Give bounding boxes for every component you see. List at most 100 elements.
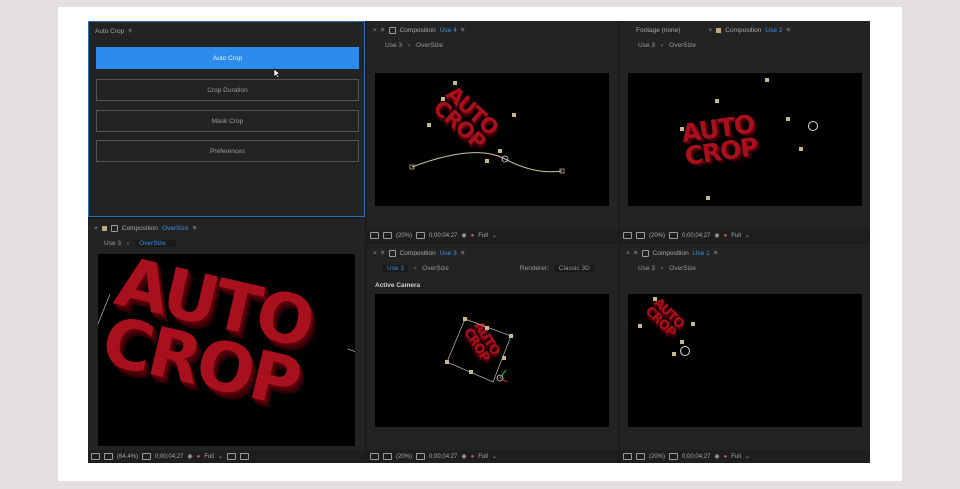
breadcrumb-item[interactable]: Use 3: [104, 240, 121, 247]
breadcrumb-item[interactable]: OverSize: [669, 265, 696, 272]
lock-icon[interactable]: [110, 224, 118, 232]
comp-name[interactable]: Use 1: [693, 250, 710, 257]
comp-viewer[interactable]: AUTO CROP: [375, 294, 609, 427]
close-icon[interactable]: ×: [373, 250, 377, 257]
region-icon[interactable]: [383, 453, 392, 460]
zoom-value[interactable]: (20%): [649, 233, 665, 239]
lock-icon[interactable]: [388, 26, 396, 34]
chevron-down-icon[interactable]: ⌄: [492, 232, 497, 239]
region-icon[interactable]: [383, 232, 392, 239]
menu-icon[interactable]: ≡: [381, 27, 385, 34]
camera-icon[interactable]: ◉: [714, 232, 719, 239]
close-icon[interactable]: ×: [94, 225, 98, 232]
crop-duration-button[interactable]: Crop Duration: [96, 79, 359, 101]
comp-name[interactable]: OverSize: [162, 225, 189, 232]
transform-handle[interactable]: [498, 149, 502, 153]
breadcrumb-item[interactable]: OverSize: [669, 42, 696, 49]
monitor-icon[interactable]: [91, 453, 100, 460]
fit-icon[interactable]: [416, 453, 426, 460]
color-channels-icon[interactable]: ●: [724, 233, 728, 239]
chevron-down-icon[interactable]: ⌄: [745, 232, 750, 239]
close-icon[interactable]: ×: [708, 27, 712, 34]
transform-handle[interactable]: [638, 324, 642, 328]
breadcrumb-item-active[interactable]: OverSize: [135, 240, 176, 247]
fit-icon[interactable]: [669, 453, 679, 460]
mask-crop-button[interactable]: Mask Crop: [96, 110, 359, 132]
transform-handle[interactable]: [672, 352, 676, 356]
breadcrumb-item[interactable]: OverSize: [416, 42, 443, 49]
transform-handle[interactable]: [786, 117, 790, 121]
comp-viewer[interactable]: AUTO CROP: [628, 294, 862, 427]
resolution-value[interactable]: Full: [731, 233, 741, 239]
menu-icon[interactable]: ≡: [381, 250, 385, 257]
close-icon[interactable]: ×: [373, 27, 377, 34]
zoom-value[interactable]: (20%): [649, 454, 665, 460]
comp-viewer[interactable]: AUTO CROP: [628, 73, 862, 206]
region-icon[interactable]: [636, 453, 645, 460]
fit-icon[interactable]: [416, 232, 426, 239]
footage-tab[interactable]: Footage (none): [636, 27, 680, 34]
transform-handle[interactable]: [502, 356, 506, 360]
comp-viewer[interactable]: AUTO CROP: [375, 73, 609, 206]
timecode[interactable]: 0;00;04;27: [155, 454, 183, 460]
transform-handle[interactable]: [680, 127, 684, 131]
breadcrumb-item[interactable]: OverSize: [422, 265, 449, 272]
transform-handle[interactable]: [463, 317, 467, 321]
comp-name[interactable]: Use 3: [440, 250, 457, 257]
transform-handle[interactable]: [680, 340, 684, 344]
menu-icon[interactable]: ≡: [634, 250, 638, 257]
transform-handle[interactable]: [799, 147, 803, 151]
breadcrumb-item-active[interactable]: Use 3: [383, 265, 408, 272]
menu-icon[interactable]: ≡: [193, 225, 197, 232]
preferences-button[interactable]: Preferences: [96, 140, 359, 162]
lock-icon[interactable]: [388, 249, 396, 257]
color-channels-icon[interactable]: ●: [724, 454, 728, 460]
transform-handle[interactable]: [485, 326, 489, 330]
transform-handle[interactable]: [715, 99, 719, 103]
transform-handle[interactable]: [485, 159, 489, 163]
transform-handle[interactable]: [765, 78, 769, 82]
color-channels-icon[interactable]: ●: [471, 233, 475, 239]
transform-handle[interactable]: [469, 370, 473, 374]
close-icon[interactable]: ×: [626, 250, 630, 257]
comp-name[interactable]: Use 4: [440, 27, 457, 34]
region-icon[interactable]: [104, 453, 113, 460]
menu-icon[interactable]: ≡: [128, 28, 132, 35]
chevron-down-icon[interactable]: ⌄: [218, 453, 223, 460]
camera-icon[interactable]: ◉: [714, 453, 719, 460]
transform-handle[interactable]: [512, 113, 516, 117]
resolution-value[interactable]: Full: [204, 454, 214, 460]
monitor-icon[interactable]: [370, 232, 379, 239]
zoom-value[interactable]: (20%): [396, 454, 412, 460]
transform-handle[interactable]: [691, 322, 695, 326]
timecode[interactable]: 0;00;04;27: [429, 454, 457, 460]
monitor-icon[interactable]: [623, 232, 632, 239]
transform-handle[interactable]: [653, 297, 657, 301]
fit-icon[interactable]: [142, 453, 152, 460]
camera-icon[interactable]: ◉: [461, 453, 466, 460]
menu-icon[interactable]: ≡: [461, 250, 465, 257]
camera-icon[interactable]: ◉: [461, 232, 466, 239]
menu-icon[interactable]: ≡: [714, 250, 718, 257]
menu-icon[interactable]: ≡: [786, 27, 790, 34]
transform-handle[interactable]: [453, 81, 457, 85]
region-icon[interactable]: [636, 232, 645, 239]
transform-handle[interactable]: [706, 196, 710, 200]
timecode[interactable]: 0;00;04;27: [682, 233, 710, 239]
transparency-icon[interactable]: [239, 453, 249, 460]
zoom-value[interactable]: (20%): [396, 233, 412, 239]
camera-icon[interactable]: ◉: [187, 453, 192, 460]
transform-handle[interactable]: [445, 360, 449, 364]
anchor-point-icon[interactable]: [680, 346, 690, 356]
breadcrumb-item[interactable]: Use 3: [638, 42, 655, 49]
monitor-icon[interactable]: [623, 453, 632, 460]
comp-viewer[interactable]: AUTO CROP: [98, 254, 355, 446]
chevron-down-icon[interactable]: ⌄: [492, 453, 497, 460]
resolution-value[interactable]: Full: [478, 233, 488, 239]
resolution-value[interactable]: Full: [478, 454, 488, 460]
timecode[interactable]: 0;00;04;27: [429, 233, 457, 239]
color-channels-icon[interactable]: ●: [197, 454, 201, 460]
lock-icon[interactable]: [641, 249, 649, 257]
breadcrumb-item[interactable]: Use 3: [638, 265, 655, 272]
transform-handle[interactable]: [509, 334, 513, 338]
